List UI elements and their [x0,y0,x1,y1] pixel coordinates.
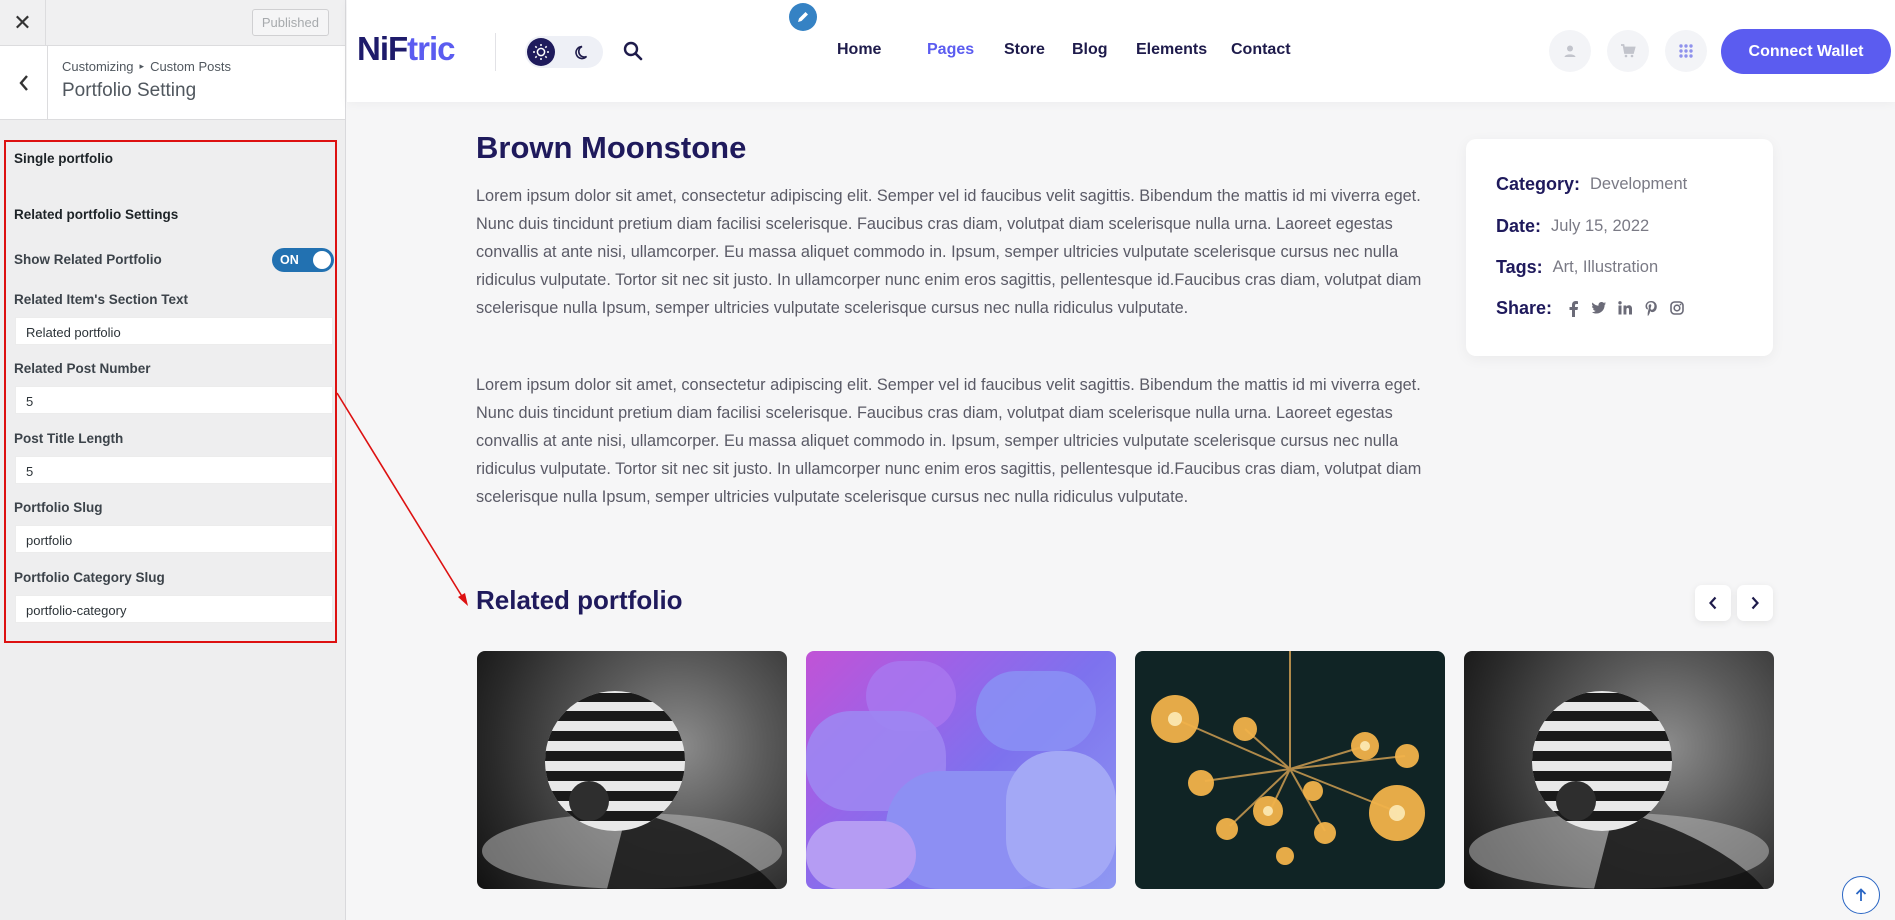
published-button[interactable]: Published [251,9,329,36]
portfolio-info-card: Category: Development Date: July 15, 202… [1466,139,1773,356]
field-label-category-slug: Portfolio Category Slug [14,570,165,585]
close-icon[interactable]: ✕ [0,0,46,46]
cart-icon[interactable] [1607,30,1649,72]
pinterest-icon[interactable] [1644,300,1658,317]
chevron-left-icon [1709,596,1717,610]
moon-icon[interactable] [573,42,593,67]
sun-icon[interactable] [527,38,555,66]
nav-item-elements[interactable]: Elements [1136,41,1207,59]
nav-item-contact[interactable]: Contact [1231,41,1291,59]
date-value: July 15, 2022 [1551,217,1650,235]
nav-item-pages[interactable]: Pages [927,41,974,59]
toggle-knob [313,251,331,269]
field-label-section-text: Related Item's Section Text [14,292,189,307]
search-icon[interactable] [623,41,643,66]
striped-sphere-image [482,691,782,889]
breadcrumb: Customizing ▸ Custom Posts [62,59,231,74]
breadcrumb-item: Customizing [62,59,134,74]
toggle-state: ON [280,253,299,267]
twitter-icon[interactable] [1592,301,1607,317]
linkedin-icon[interactable] [1618,300,1633,317]
date-label: Date: [1496,216,1542,236]
show-related-label: Show Related Portfolio [14,252,162,267]
field-label-title-length: Post Title Length [14,431,124,446]
breadcrumb-item: Custom Posts [150,59,231,74]
logo-part-1: NiF [357,30,408,67]
info-row-share: Share: [1496,298,1684,319]
scroll-to-top-button[interactable] [1842,876,1880,914]
carousel-next-button[interactable] [1737,585,1773,621]
category-value[interactable]: Development [1590,175,1687,194]
site-logo[interactable]: NiFtric [357,30,456,68]
edit-pencil-icon[interactable] [789,3,817,31]
tags-value[interactable]: Art, Illustration [1553,258,1658,277]
carousel-prev-button[interactable] [1695,585,1731,621]
info-row-tags: Tags: Art, Illustration [1496,257,1658,278]
striped-sphere-image [1469,691,1769,889]
portfolio-description-1: Lorem ipsum dolor sit amet, consectetur … [476,187,1422,317]
category-label: Category: [1496,174,1581,194]
purple-3d-shapes-image [806,661,1116,889]
title-length-input[interactable]: 5 [15,456,333,484]
related-portfolio-card[interactable] [1464,651,1774,889]
portfolio-title: Brown Moonstone [476,130,747,165]
customizer-panel-header: Customizing ▸ Custom Posts Portfolio Set… [0,46,345,120]
connect-wallet-button[interactable]: Connect Wallet [1721,29,1891,74]
nav-item-store[interactable]: Store [1004,41,1045,59]
customizer-topbar: ✕ Published [0,0,345,46]
nav-item-blog[interactable]: Blog [1072,41,1108,59]
grid-icon[interactable] [1665,30,1707,72]
portfolio-settings-panel: Single portfolio Related portfolio Setti… [4,140,337,643]
user-icon[interactable] [1549,30,1591,72]
breadcrumb-separator-icon: ▸ [139,61,145,71]
section-text-input[interactable]: Related portfolio [15,317,333,345]
related-portfolio-card[interactable] [806,651,1116,889]
arrow-up-icon [1855,888,1867,901]
section-title-single: Single portfolio [14,151,113,166]
glowing-bulbs-chandelier-image [1151,651,1425,865]
section-title-related: Related portfolio Settings [14,207,179,222]
post-number-input[interactable]: 5 [15,386,333,414]
info-row-category: Category: Development [1496,174,1687,195]
tags-label: Tags: [1496,257,1543,277]
related-portfolio-title: Related portfolio [476,585,683,615]
info-row-date: Date: July 15, 2022 [1496,216,1649,237]
category-slug-input[interactable]: portfolio-category [15,595,333,623]
field-label-portfolio-slug: Portfolio Slug [14,500,103,515]
share-label: Share: [1496,298,1553,318]
instagram-icon[interactable] [1670,300,1684,317]
panel-title: Portfolio Setting [62,80,197,101]
customizer-sidebar: ✕ Published Customizing ▸ Custom Posts P… [0,0,346,920]
header-divider [495,33,496,71]
chevron-right-icon [1751,596,1759,610]
related-portfolio-card[interactable] [477,651,787,889]
logo-part-2: tric [407,30,455,67]
related-portfolio-card[interactable] [1135,651,1445,889]
facebook-icon[interactable] [1566,300,1580,317]
portfolio-description-2: Lorem ipsum dolor sit amet, consectetur … [476,376,1422,506]
show-related-toggle[interactable]: ON [272,248,334,272]
field-label-post-number: Related Post Number [14,361,151,376]
share-icons [1566,300,1684,317]
portfolio-slug-input[interactable]: portfolio [15,525,333,553]
nav-item-home[interactable]: Home [837,41,881,59]
site-header: NiFtric Home Pages Store Blog Elements C… [347,0,1895,102]
back-icon[interactable] [0,46,48,119]
theme-switch[interactable] [525,36,603,68]
